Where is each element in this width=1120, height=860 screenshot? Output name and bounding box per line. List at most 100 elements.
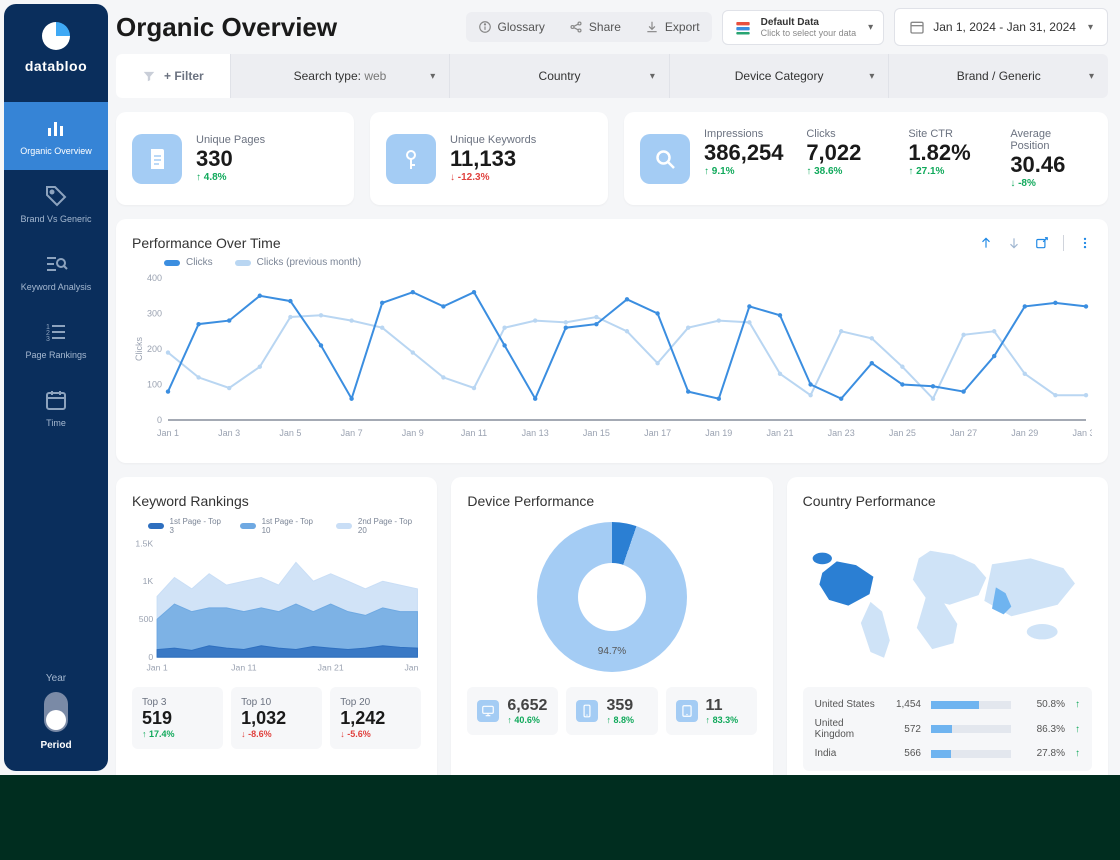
dev-stat-tablet: 11↑ 83.3% [666,687,757,735]
desktop-icon [477,700,499,722]
search-icon [640,134,690,184]
svg-text:Jan 27: Jan 27 [950,428,977,438]
sidebar-item-keyword-analysis[interactable]: Keyword Analysis [4,238,108,306]
chart-device-donut: 94.7% [467,517,756,677]
dev-stat-desktop: 6,652↑ 40.6% [467,687,558,735]
table-row: India56627.8%↑ [815,744,1080,763]
svg-text:Clicks: Clicks [134,337,144,361]
filter-icon [142,69,156,83]
chevron-down-icon: ▾ [869,71,874,82]
download-icon [645,20,659,34]
info-icon [478,20,492,34]
svg-text:0: 0 [157,415,162,425]
country-table: United States1,45450.8%↑United Kingdom57… [803,687,1092,771]
stat-top3: Top 3 519 ↑ 17.4% [132,687,223,749]
calendar-icon [909,19,925,35]
sort-asc-icon[interactable] [979,236,993,250]
chevron-down-icon: ▾ [868,22,873,33]
ranking-icon: 123 [44,320,68,344]
card-unique-keywords: Unique Keywords 11,133 ↓ -12.3% [370,112,608,205]
page-icon [132,134,182,184]
svg-text:Jan 31: Jan 31 [404,663,421,673]
key-icon [386,134,436,184]
search-list-icon [44,252,68,276]
date-range-selector[interactable]: Jan 1, 2024 - Jan 31, 2024 ▾ [894,8,1108,46]
page-title: Organic Overview [116,12,456,43]
chevron-down-icon: ▾ [650,71,655,82]
svg-text:Jan 13: Jan 13 [522,428,549,438]
svg-text:Jan 29: Jan 29 [1011,428,1038,438]
more-icon[interactable] [1078,236,1092,250]
sidebar-item-page-rankings[interactable]: 123 Page Rankings [4,306,108,374]
svg-text:200: 200 [147,344,162,354]
svg-text:Jan 3: Jan 3 [218,428,240,438]
logo-icon [38,18,74,54]
svg-text:Jan 1: Jan 1 [146,663,167,673]
export-chart-icon[interactable] [1035,236,1049,250]
data-source-icon [733,17,753,37]
tag-icon [44,184,68,208]
sidebar-item-organic-overview[interactable]: Organic Overview [4,102,108,170]
svg-text:1K: 1K [143,577,154,587]
toolbar-buttons: Glossary Share Export [466,12,712,42]
sidebar-item-time[interactable]: Time [4,374,108,442]
panel-country-performance: Country Performance [787,477,1108,775]
export-button[interactable]: Export [633,12,712,42]
chevron-down-icon: ▾ [1089,71,1094,82]
filter-country[interactable]: Country ▾ [449,54,669,98]
svg-text:Jan 25: Jan 25 [889,428,916,438]
svg-text:Jan 1: Jan 1 [157,428,179,438]
table-row: United States1,45450.8%↑ [815,695,1080,714]
svg-text:100: 100 [147,380,162,390]
card-unique-pages: Unique Pages 330 ↑ 4.8% [116,112,354,205]
year-period-toggle[interactable]: Year Period [40,669,71,755]
sidebar-item-brand-vs-generic[interactable]: Brand Vs Generic [4,170,108,238]
svg-text:400: 400 [147,273,162,283]
delta-down: ↓ -12.3% [450,172,536,183]
svg-text:Jan 21: Jan 21 [318,663,344,673]
share-icon [569,20,583,34]
logo: databloo [25,18,87,74]
chevron-down-icon: ▾ [430,71,435,82]
svg-text:Jan 19: Jan 19 [705,428,732,438]
filter-device-category[interactable]: Device Category ▾ [669,54,889,98]
table-row: United Kingdom57286.3%↑ [815,714,1080,744]
chart-keyword-rankings: 0 500 1K 1.5K Jan 1 Jan 11 Jan 21 Jan 31 [132,537,421,677]
svg-text:Jan 11: Jan 11 [231,663,257,673]
svg-text:500: 500 [139,615,154,625]
panel-keyword-rankings: Keyword Rankings 1st Page - Top 3 1st Pa… [116,477,437,775]
logo-text: databloo [25,58,87,74]
svg-text:Jan 21: Jan 21 [766,428,793,438]
stat-top20: Top 20 1,242 ↓ -5.6% [330,687,421,749]
filter-search-type[interactable]: Search type: web ▾ [230,54,450,98]
chart-tools [979,235,1092,251]
filter-bar: + Filter Search type: web ▾ Country ▾ De… [116,54,1108,98]
toggle-knob [44,692,68,732]
kr-legend: 1st Page - Top 3 1st Page - Top 10 2nd P… [132,517,421,535]
panel-device-performance: Device Performance 94.7% 6,652↑ 40.6% 35… [451,477,772,775]
bottom-row: Keyword Rankings 1st Page - Top 3 1st Pa… [116,477,1108,775]
svg-text:Jan 9: Jan 9 [402,428,424,438]
world-map [803,517,1092,677]
sidebar: databloo Organic Overview Brand Vs Gener… [4,4,108,771]
svg-text:Jan 17: Jan 17 [644,428,671,438]
mobile-icon [576,700,598,722]
svg-text:Jan 5: Jan 5 [279,428,301,438]
topbar: Organic Overview Glossary Share Export [116,8,1108,46]
svg-text:1.5K: 1.5K [135,539,153,549]
svg-text:Jan 31: Jan 31 [1072,428,1092,438]
filter-brand-generic[interactable]: Brand / Generic ▾ [888,54,1108,98]
data-source-selector[interactable]: Default Data Click to select your data ▾ [722,10,885,45]
main: Organic Overview Glossary Share Export [112,0,1120,775]
tablet-icon [676,700,698,722]
add-filter-button[interactable]: + Filter [116,54,230,98]
svg-text:0: 0 [148,652,153,662]
card-summary: Impressions 386,254 ↑ 9.1% Clicks 7,022 … [624,112,1108,205]
chevron-down-icon: ▾ [1088,22,1093,33]
glossary-button[interactable]: Glossary [466,12,557,42]
sort-desc-icon[interactable] [1007,236,1021,250]
pot-legend: Clicks Clicks (previous month) [132,257,1092,268]
calendar-icon [44,388,68,412]
share-button[interactable]: Share [557,12,633,42]
svg-text:3: 3 [46,336,50,343]
